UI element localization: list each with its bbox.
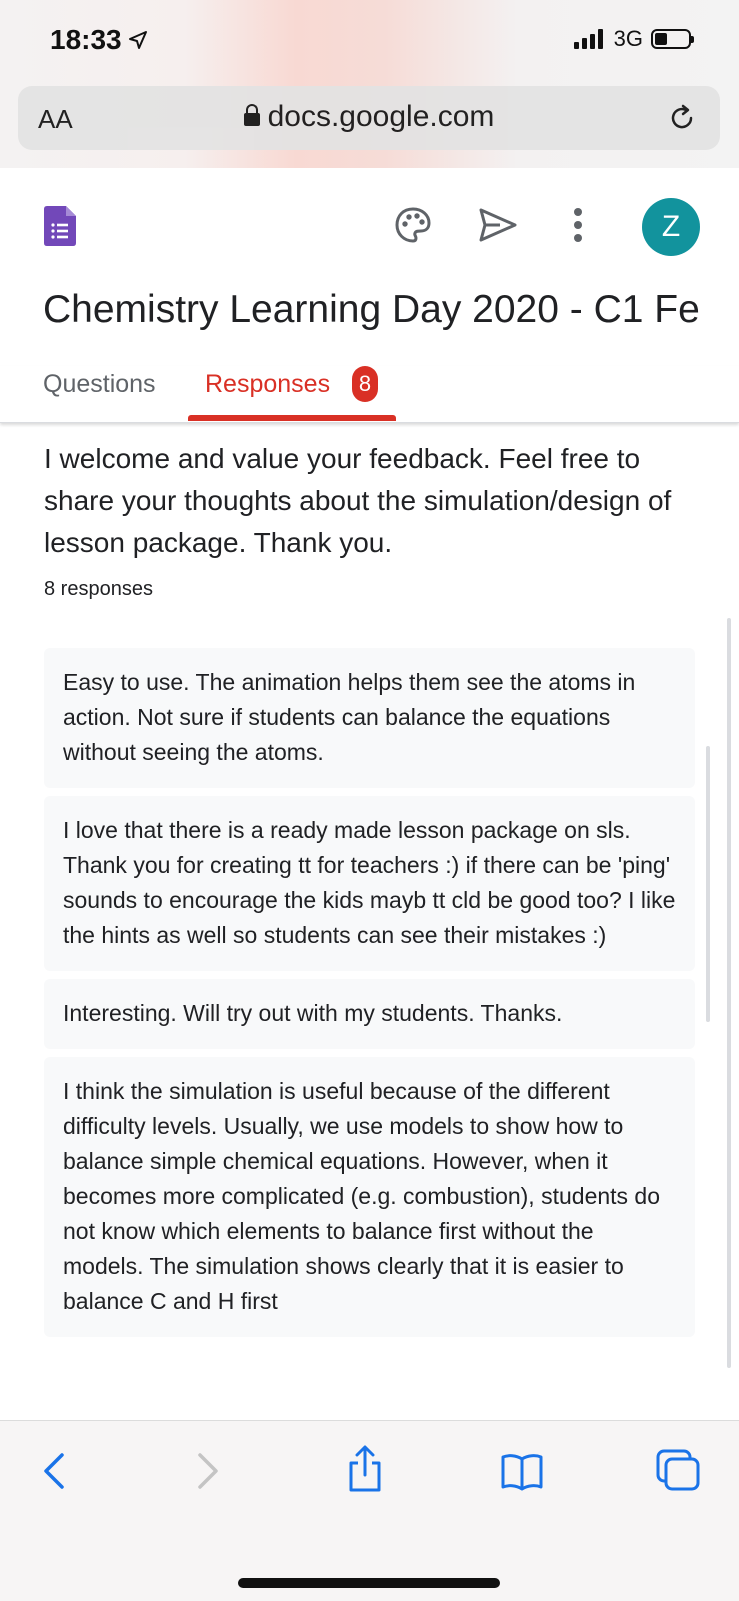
active-tab-indicator	[188, 415, 396, 421]
back-icon[interactable]	[40, 1451, 68, 1491]
location-arrow-icon	[128, 31, 147, 49]
browser-address-area: AA docs.google.com	[0, 82, 739, 169]
lock-icon	[243, 104, 260, 126]
status-right: 3G	[573, 26, 694, 52]
send-icon[interactable]	[478, 206, 518, 244]
responses-scrollbar[interactable]	[706, 746, 710, 1022]
reload-icon[interactable]	[666, 102, 698, 134]
more-vert-icon[interactable]	[572, 206, 584, 244]
avatar[interactable]: Z	[642, 198, 700, 256]
forward-icon[interactable]	[194, 1451, 222, 1491]
status-bar: 18:33 3G	[0, 0, 739, 82]
form-tabs: Questions Responses 8	[0, 366, 739, 423]
tab-questions[interactable]: Questions	[43, 370, 156, 399]
battery-icon	[651, 29, 694, 49]
avatar-letter: Z	[661, 210, 681, 243]
responses-list[interactable]: Easy to use. The animation helps them se…	[44, 648, 695, 1354]
url-text: docs.google.com	[267, 100, 495, 133]
network-type: 3G	[613, 26, 643, 51]
url-display[interactable]: docs.google.com	[18, 100, 720, 134]
tab-responses[interactable]: Responses	[205, 370, 330, 399]
response-item: Easy to use. The animation helps them se…	[44, 648, 695, 788]
page-scrollbar[interactable]	[727, 618, 731, 1368]
google-forms-icon[interactable]	[44, 206, 76, 246]
forms-page: Z Chemistry Learning Day 2020 - C1 Fe Qu…	[0, 168, 739, 1420]
response-count: 8 responses	[44, 578, 153, 600]
response-item: I think the simulation is useful because…	[44, 1057, 695, 1337]
status-time: 18:33	[50, 24, 148, 56]
page-title: Chemistry Learning Day 2020 - C1 Fe	[43, 288, 700, 331]
share-icon[interactable]	[346, 1445, 384, 1493]
responses-count-badge: 8	[352, 366, 378, 402]
address-bar[interactable]: AA docs.google.com	[18, 86, 720, 150]
tabs-icon[interactable]	[656, 1449, 702, 1493]
response-item: I love that there is a ready made lesson…	[44, 796, 695, 971]
home-indicator[interactable]	[238, 1578, 500, 1588]
palette-icon[interactable]	[394, 206, 432, 244]
response-item: Interesting. Will try out with my studen…	[44, 979, 695, 1049]
question-title: I welcome and value your feedback. Feel …	[44, 443, 672, 558]
browser-toolbar	[0, 1420, 739, 1601]
time-text: 18:33	[50, 24, 122, 55]
bookmarks-icon[interactable]	[500, 1453, 544, 1491]
signal-icon	[573, 29, 603, 49]
